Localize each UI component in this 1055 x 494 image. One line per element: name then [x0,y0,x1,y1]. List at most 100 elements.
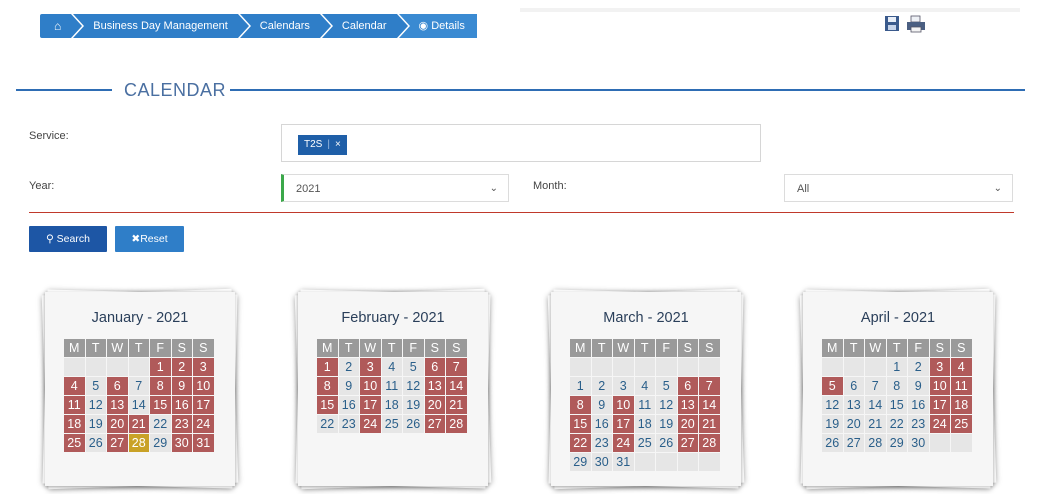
day-cell[interactable]: 28 [699,434,720,452]
day-cell[interactable]: 14 [128,396,149,414]
day-cell[interactable]: 3 [929,358,950,376]
day-cell[interactable]: 26 [403,415,424,433]
day-cell[interactable]: 17 [193,396,214,414]
day-cell[interactable]: 13 [107,396,128,414]
search-button[interactable]: ⚲ Search [29,226,107,252]
day-cell[interactable]: 30 [591,453,612,471]
day-cell[interactable]: 22 [150,415,171,433]
day-cell[interactable]: 2 [338,358,359,376]
day-cell[interactable]: 9 [591,396,612,414]
day-cell[interactable]: 18 [634,415,655,433]
day-cell[interactable]: 16 [171,396,192,414]
day-cell[interactable]: 17 [613,415,634,433]
day-cell[interactable]: 17 [360,396,381,414]
day-cell[interactable]: 15 [886,396,907,414]
day-cell[interactable]: 19 [403,396,424,414]
day-cell[interactable]: 9 [171,377,192,395]
day-cell[interactable]: 15 [570,415,591,433]
day-cell[interactable]: 8 [886,377,907,395]
breadcrumb-item-details[interactable]: ◉ Details [398,14,477,38]
day-cell[interactable]: 29 [886,434,907,452]
day-cell[interactable]: 28 [865,434,886,452]
day-cell[interactable]: 7 [128,377,149,395]
day-cell[interactable]: 27 [843,434,864,452]
day-cell[interactable]: 27 [107,434,128,452]
day-cell[interactable]: 4 [951,358,972,376]
day-cell[interactable]: 12 [403,377,424,395]
day-cell[interactable]: 22 [570,434,591,452]
day-cell[interactable]: 11 [381,377,402,395]
day-cell[interactable]: 4 [634,377,655,395]
day-cell[interactable]: 10 [360,377,381,395]
day-cell[interactable]: 21 [128,415,149,433]
day-cell[interactable]: 12 [656,396,677,414]
day-cell[interactable]: 8 [570,396,591,414]
day-cell[interactable]: 21 [699,415,720,433]
save-icon[interactable] [884,14,902,34]
day-cell[interactable]: 19 [85,415,106,433]
day-cell[interactable]: 26 [822,434,843,452]
day-cell[interactable]: 25 [64,434,85,452]
day-cell[interactable]: 30 [908,434,929,452]
day-cell[interactable]: 16 [338,396,359,414]
day-cell[interactable]: 21 [446,396,467,414]
day-cell[interactable]: 19 [822,415,843,433]
close-icon[interactable]: × [335,135,341,155]
day-cell[interactable]: 8 [150,377,171,395]
day-cell[interactable]: 24 [929,415,950,433]
day-cell[interactable]: 5 [85,377,106,395]
day-cell[interactable]: 20 [424,396,445,414]
day-cell[interactable]: 23 [908,415,929,433]
day-cell[interactable]: 10 [613,396,634,414]
day-cell[interactable]: 25 [381,415,402,433]
day-cell[interactable]: 24 [613,434,634,452]
day-cell[interactable]: 15 [317,396,338,414]
day-cell[interactable]: 6 [677,377,698,395]
day-cell[interactable]: 25 [951,415,972,433]
day-cell[interactable]: 7 [699,377,720,395]
month-select[interactable]: All ⌄ [784,174,1013,202]
day-cell[interactable]: 12 [822,396,843,414]
day-cell[interactable]: 5 [656,377,677,395]
day-cell[interactable]: 3 [613,377,634,395]
day-cell[interactable]: 1 [570,377,591,395]
day-cell[interactable]: 23 [338,415,359,433]
breadcrumb-home[interactable]: ⌂ [40,14,85,38]
reset-button[interactable]: ✖Reset [115,226,184,252]
day-cell[interactable]: 6 [843,377,864,395]
day-cell[interactable]: 7 [446,358,467,376]
day-cell[interactable]: 12 [85,396,106,414]
day-cell[interactable]: 22 [886,415,907,433]
day-cell[interactable]: 6 [107,377,128,395]
day-cell[interactable]: 11 [951,377,972,395]
day-cell[interactable]: 18 [64,415,85,433]
day-cell[interactable]: 10 [929,377,950,395]
day-cell[interactable]: 2 [908,358,929,376]
day-cell[interactable]: 3 [193,358,214,376]
day-cell[interactable]: 3 [360,358,381,376]
day-cell[interactable]: 13 [843,396,864,414]
day-cell[interactable]: 4 [64,377,85,395]
day-cell[interactable]: 1 [317,358,338,376]
day-cell[interactable]: 17 [929,396,950,414]
day-cell[interactable]: 25 [634,434,655,452]
day-cell[interactable]: 14 [865,396,886,414]
day-cell[interactable]: 28 [446,415,467,433]
day-cell[interactable]: 15 [150,396,171,414]
day-cell[interactable]: 29 [570,453,591,471]
day-cell[interactable]: 14 [446,377,467,395]
day-cell[interactable]: 16 [908,396,929,414]
day-cell[interactable]: 18 [381,396,402,414]
day-cell[interactable]: 30 [171,434,192,452]
day-cell[interactable]: 2 [591,377,612,395]
breadcrumb-item-calendars[interactable]: Calendars [239,14,334,38]
day-cell[interactable]: 20 [107,415,128,433]
day-cell[interactable]: 1 [150,358,171,376]
day-cell[interactable]: 31 [193,434,214,452]
day-cell[interactable]: 7 [865,377,886,395]
day-cell[interactable]: 2 [171,358,192,376]
day-cell[interactable]: 4 [381,358,402,376]
print-icon[interactable] [906,14,926,34]
day-cell[interactable]: 23 [591,434,612,452]
day-cell[interactable]: 24 [360,415,381,433]
